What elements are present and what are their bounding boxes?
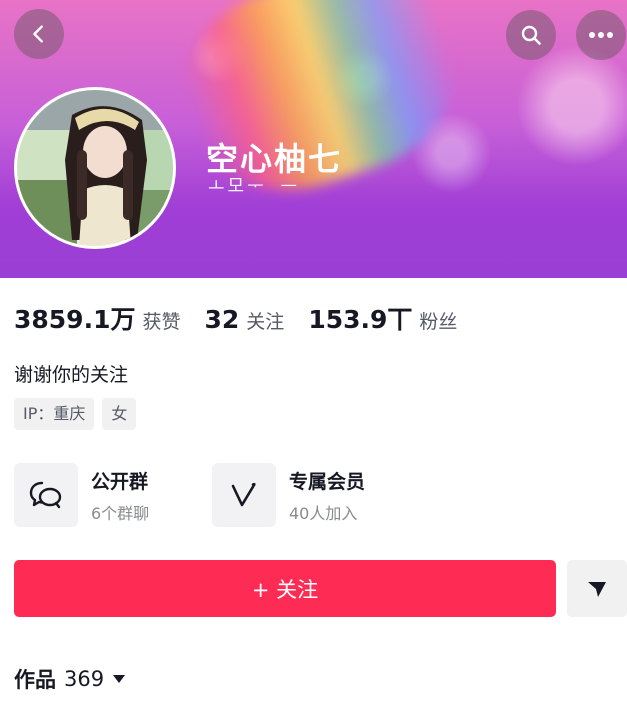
stat-following-value: 32: [204, 305, 240, 334]
vip-icon: [231, 482, 256, 507]
stat-likes-label: 获赞: [142, 311, 181, 333]
exclusive-member-subtitle: 40人加入: [289, 503, 358, 523]
profile-stats: 3859.1万 获赞 32 关注 153.9丅 粉丝: [14, 300, 481, 336]
exclusive-member-title: 专属会员: [289, 470, 366, 493]
more-button[interactable]: [576, 10, 626, 60]
stat-followers[interactable]: 153.9丅 粉丝: [308, 300, 457, 336]
follow-button[interactable]: + 关注: [14, 560, 556, 617]
avatar[interactable]: [14, 87, 176, 249]
profile-banner: 空心柚七 ㅗ모ᅮ ᅳ: [0, 0, 627, 278]
group-chat-icon-box: [14, 463, 78, 527]
avatar-photo: [17, 90, 173, 246]
search-icon: [521, 25, 541, 45]
works-count: 369: [64, 667, 105, 691]
public-group-title: 公开群: [91, 470, 149, 493]
ip-location-tag: IP：重庆: [14, 398, 95, 430]
group-chat-icon: [29, 481, 62, 509]
bio-text: 谢谢你的关注: [14, 364, 129, 386]
public-group-subtitle: 6个群聊: [91, 503, 150, 523]
nickname-echo: ㅗ모ᅮ ᅳ: [208, 176, 301, 197]
works-tab[interactable]: 作品 369: [14, 664, 126, 694]
stat-followers-label: 粉丝: [419, 311, 458, 333]
stat-following[interactable]: 32 关注: [205, 305, 285, 334]
more-options-button[interactable]: [567, 560, 627, 617]
profile-tags: IP：重庆 女: [14, 398, 144, 430]
caret-down-icon: [112, 674, 126, 684]
vip-icon-box: [212, 463, 276, 527]
exclusive-member-text: 专属会员 40人加入: [289, 467, 365, 524]
exclusive-member-entry[interactable]: 专属会员 40人加入: [212, 462, 365, 528]
works-label: 作品: [14, 668, 56, 692]
stat-followers-value: 153.9丅: [308, 305, 413, 334]
stat-likes-value: 3859.1万: [14, 305, 136, 334]
stat-following-label: 关注: [246, 311, 285, 333]
more-dots-icon: [589, 32, 613, 38]
public-group-entry[interactable]: 公开群 6个群聊: [14, 462, 149, 528]
gender-tag: 女: [102, 398, 137, 430]
triangle-down-icon: [588, 581, 606, 597]
profile-page: 空心柚七 ㅗ모ᅮ ᅳ 3859.1万 获赞 32 关注 153.9丅 粉丝 谢谢…: [0, 0, 627, 704]
stat-likes[interactable]: 3859.1万 获赞: [14, 300, 181, 336]
search-button[interactable]: [506, 10, 556, 60]
chevron-left-icon: [33, 25, 43, 43]
public-group-text: 公开群 6个群聊: [91, 467, 149, 524]
back-button[interactable]: [14, 9, 64, 59]
